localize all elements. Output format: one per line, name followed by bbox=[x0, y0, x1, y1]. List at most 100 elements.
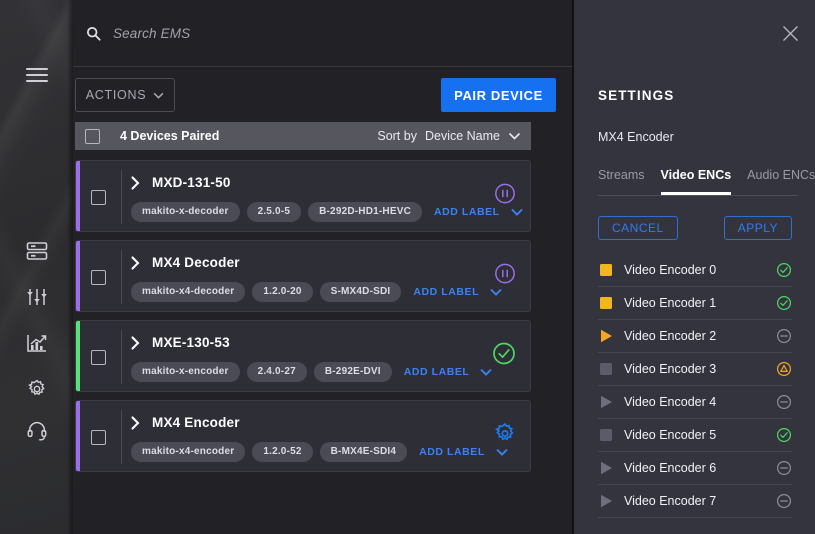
device-chip-row: makito-x4-decoder 1.2.0-20 S-MX4D-SDI AD… bbox=[131, 282, 502, 302]
play-triangle-icon[interactable] bbox=[598, 394, 614, 410]
settings-action-buttons: CANCEL APPLY bbox=[598, 216, 792, 240]
card-divider bbox=[121, 410, 122, 464]
device-title-row: MX4 Decoder bbox=[131, 255, 240, 270]
minus-circle-icon bbox=[776, 460, 792, 476]
add-label-button[interactable]: ADD LABEL bbox=[404, 366, 470, 378]
gear-icon[interactable] bbox=[0, 369, 73, 409]
warning-circle-icon bbox=[776, 361, 792, 377]
device-card[interactable]: MX4 Decoder makito-x4-decoder 1.2.0-20 S… bbox=[75, 240, 531, 312]
play-triangle-icon[interactable] bbox=[598, 460, 614, 476]
list-item[interactable]: Video Encoder 0 bbox=[598, 254, 792, 287]
device-card[interactable]: MXD-131-50 makito-x-decoder 2.5.0-5 B-29… bbox=[75, 160, 531, 232]
list-item[interactable]: Video Encoder 1 bbox=[598, 287, 792, 320]
server-stack-icon[interactable] bbox=[0, 231, 73, 271]
play-triangle-icon[interactable] bbox=[598, 328, 614, 344]
minus-circle-icon bbox=[776, 394, 792, 410]
expand-chevron-icon[interactable] bbox=[131, 256, 140, 270]
encoder-label: Video Encoder 4 bbox=[624, 395, 716, 409]
device-title-row: MX4 Encoder bbox=[131, 415, 240, 430]
list-item[interactable]: Video Encoder 7 bbox=[598, 485, 792, 518]
sort-by-label: Sort by bbox=[377, 129, 417, 143]
minus-circle-icon bbox=[776, 493, 792, 509]
check-circle-icon[interactable] bbox=[492, 342, 516, 371]
tab-streams[interactable]: Streams bbox=[598, 168, 645, 192]
device-chip: 1.2.0-52 bbox=[252, 442, 312, 462]
device-chip: B-292D-HD1-HEVC bbox=[308, 202, 422, 222]
device-checkbox[interactable] bbox=[91, 350, 106, 365]
device-card[interactable]: MX4 Encoder makito-x4-encoder 1.2.0-52 B… bbox=[75, 400, 531, 472]
device-name: MXE-130-53 bbox=[152, 335, 230, 350]
device-chip: B-292E-DVI bbox=[314, 362, 392, 382]
device-checkbox[interactable] bbox=[91, 190, 106, 205]
pause-circle-icon[interactable] bbox=[494, 263, 516, 290]
stop-square-icon[interactable] bbox=[598, 295, 614, 311]
stop-square-icon[interactable] bbox=[598, 427, 614, 443]
list-item[interactable]: Video Encoder 4 bbox=[598, 386, 792, 419]
list-toolbar: ACTIONS PAIR DEVICE bbox=[73, 67, 572, 122]
list-item[interactable]: Video Encoder 5 bbox=[598, 419, 792, 452]
sort-control[interactable]: Sort by Device Name bbox=[377, 129, 521, 143]
add-label-button[interactable]: ADD LABEL bbox=[434, 206, 500, 218]
device-accent-bar bbox=[76, 321, 80, 391]
hamburger-menu-icon[interactable] bbox=[0, 55, 73, 95]
chevron-down-icon[interactable] bbox=[480, 368, 492, 376]
device-chip: 2.4.0-27 bbox=[247, 362, 307, 382]
search-icon bbox=[81, 21, 105, 45]
list-item[interactable]: Video Encoder 6 bbox=[598, 452, 792, 485]
pair-device-label: PAIR DEVICE bbox=[454, 88, 543, 103]
device-chip: B-MX4E-SDI4 bbox=[320, 442, 408, 462]
headset-support-icon[interactable] bbox=[0, 410, 73, 450]
card-divider bbox=[121, 170, 122, 224]
device-name: MX4 Decoder bbox=[152, 255, 240, 270]
stop-square-icon[interactable] bbox=[598, 262, 614, 278]
minus-circle-icon bbox=[776, 328, 792, 344]
device-name: MX4 Encoder bbox=[152, 415, 240, 430]
search-bar[interactable] bbox=[73, 0, 572, 67]
add-label-button[interactable]: ADD LABEL bbox=[419, 446, 485, 458]
select-all-checkbox[interactable] bbox=[85, 129, 100, 144]
devices-paired-count: 4 Devices Paired bbox=[120, 129, 219, 143]
card-divider bbox=[121, 330, 122, 384]
apply-button[interactable]: APPLY bbox=[724, 216, 792, 240]
list-item[interactable]: Video Encoder 2 bbox=[598, 320, 792, 353]
encoder-label: Video Encoder 7 bbox=[624, 494, 716, 508]
device-name: MXD-131-50 bbox=[152, 175, 231, 190]
gear-icon[interactable] bbox=[494, 423, 516, 450]
expand-chevron-icon[interactable] bbox=[131, 416, 140, 430]
play-triangle-icon[interactable] bbox=[598, 493, 614, 509]
device-accent-bar bbox=[76, 401, 80, 471]
device-title-row: MXE-130-53 bbox=[131, 335, 230, 350]
pause-circle-icon[interactable] bbox=[494, 183, 516, 210]
sort-by-value: Device Name bbox=[425, 129, 500, 143]
analytics-chart-icon[interactable] bbox=[0, 323, 73, 363]
list-item[interactable]: Video Encoder 3 bbox=[598, 353, 792, 386]
check-circle-icon bbox=[776, 295, 792, 311]
settings-device-name: MX4 Encoder bbox=[598, 130, 674, 144]
stop-square-icon[interactable] bbox=[598, 361, 614, 377]
check-circle-icon bbox=[776, 427, 792, 443]
settings-title: SETTINGS bbox=[598, 88, 674, 103]
device-chip: makito-x4-decoder bbox=[131, 282, 245, 302]
device-chip: makito-x4-encoder bbox=[131, 442, 245, 462]
sliders-icon[interactable] bbox=[0, 277, 73, 317]
add-label-button[interactable]: ADD LABEL bbox=[413, 286, 479, 298]
pair-device-button[interactable]: PAIR DEVICE bbox=[441, 78, 556, 112]
close-icon[interactable] bbox=[777, 20, 803, 46]
device-checkbox[interactable] bbox=[91, 430, 106, 445]
expand-chevron-icon[interactable] bbox=[131, 176, 140, 190]
chevron-down-icon bbox=[508, 129, 521, 143]
device-chip-row: makito-x4-encoder 1.2.0-52 B-MX4E-SDI4 A… bbox=[131, 442, 508, 462]
ems-device-manager-window: ACTIONS PAIR DEVICE 4 Devices Paired Sor… bbox=[0, 0, 815, 534]
device-chip-row: makito-x-decoder 2.5.0-5 B-292D-HD1-HEVC… bbox=[131, 202, 523, 222]
device-checkbox[interactable] bbox=[91, 270, 106, 285]
tab-video-encs[interactable]: Video ENCs bbox=[661, 168, 732, 195]
expand-chevron-icon[interactable] bbox=[131, 336, 140, 350]
actions-dropdown-button[interactable]: ACTIONS bbox=[75, 78, 175, 112]
encoder-label: Video Encoder 0 bbox=[624, 263, 716, 277]
device-card[interactable]: MXE-130-53 makito-x-encoder 2.4.0-27 B-2… bbox=[75, 320, 531, 392]
device-chip: 1.2.0-20 bbox=[252, 282, 312, 302]
card-divider bbox=[121, 250, 122, 304]
cancel-button[interactable]: CANCEL bbox=[598, 216, 678, 240]
search-input[interactable] bbox=[105, 26, 572, 41]
tab-audio-encs[interactable]: Audio ENCs bbox=[747, 168, 815, 192]
